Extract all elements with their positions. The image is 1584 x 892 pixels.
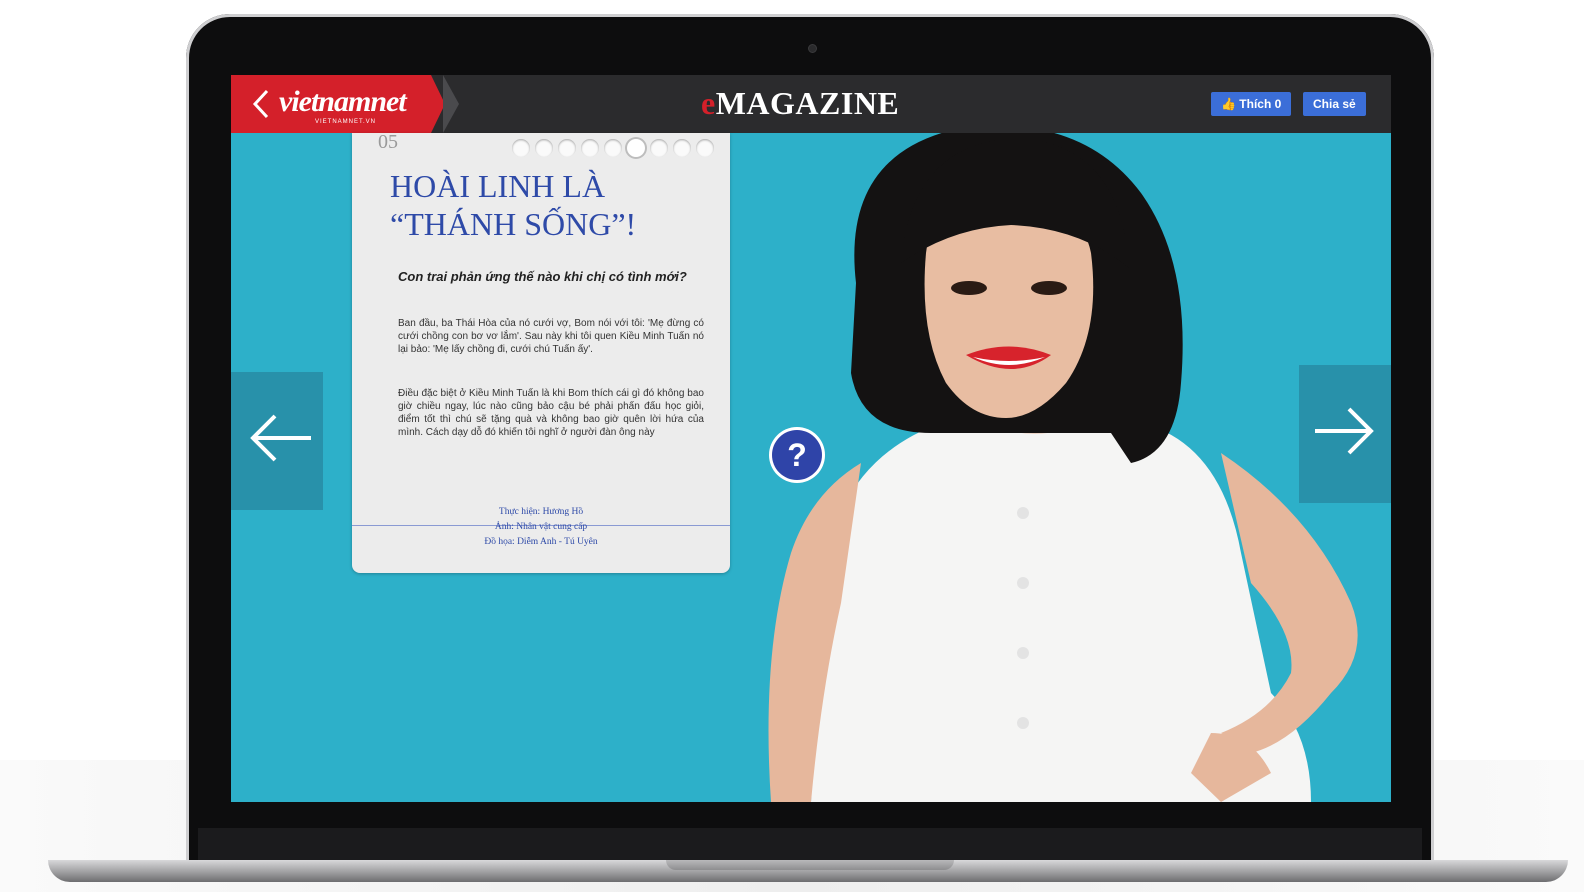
previous-page-button[interactable]: [231, 372, 323, 510]
credit-photo: Ảnh: Nhân vật cung cấp: [494, 522, 588, 532]
laptop-bezel: [198, 828, 1422, 860]
webcam: [808, 44, 817, 53]
headline-line-2: “THÁNH SỐNG”!: [390, 206, 637, 242]
portrait-photo: [768, 133, 1358, 802]
page-dot[interactable]: [604, 139, 622, 157]
page-dot[interactable]: [581, 139, 599, 157]
laptop-notch: [666, 860, 954, 870]
credit-graphics: Đồ họa: Diễm Anh - Tú Uyên: [484, 537, 598, 547]
question-mark-icon[interactable]: ?: [772, 430, 822, 480]
page-number: 05: [378, 131, 398, 153]
top-bar: vietnamnet VIETNAMNET.VN eMAGAZINE 👍 Thí…: [231, 75, 1391, 133]
headline-line-1: HOÀI LINH LÀ: [390, 168, 606, 204]
article-headline: HOÀI LINH LÀ “THÁNH SỐNG”!: [390, 167, 710, 243]
page-dot[interactable]: [673, 139, 691, 157]
vietnamnet-logo[interactable]: vietnamnet: [279, 85, 407, 119]
article-paragraph: Ban đầu, ba Thái Hòa của nó cưới vợ, Bom…: [398, 318, 704, 355]
facebook-like-button[interactable]: 👍 Thích 0: [1211, 92, 1292, 116]
arrow-right-icon: [1315, 407, 1374, 455]
logo-subtext: VIETNAMNET.VN: [315, 119, 377, 125]
title-prefix: e: [701, 85, 716, 121]
next-page-button[interactable]: [1299, 365, 1391, 503]
page-title: eMAGAZINE: [701, 85, 899, 122]
thumbs-up-icon: 👍: [1221, 97, 1236, 111]
logo-area[interactable]: vietnamnet VIETNAMNET.VN: [231, 75, 445, 133]
page-dots: [512, 139, 714, 157]
title-main: MAGAZINE: [715, 85, 900, 121]
page-dot[interactable]: [696, 139, 714, 157]
logo-divider: [443, 75, 459, 133]
interview-question: Con trai phản ứng thế nào khi chị có tìn…: [398, 269, 687, 284]
credit-author: Thực hiện: Hương Hồ: [498, 507, 584, 517]
page-dot[interactable]: [535, 139, 553, 157]
arrow-left-icon: [250, 414, 311, 462]
credits: Thực hiện: Hương Hồ Ảnh: Nhân vật cung c…: [352, 505, 730, 550]
emagazine-screen: vietnamnet VIETNAMNET.VN eMAGAZINE 👍 Thí…: [231, 75, 1391, 802]
chevron-left-icon[interactable]: [247, 85, 277, 123]
article-card: 05 HOÀI LINH LÀ “THÁNH SỐNG”! Con trai p…: [352, 131, 730, 573]
page-dot[interactable]: [558, 139, 576, 157]
page-dot[interactable]: [650, 139, 668, 157]
page-dot[interactable]: [512, 139, 530, 157]
article-paragraph: Điều đặc biệt ở Kiều Minh Tuấn là khi Bo…: [398, 388, 704, 438]
facebook-share-button[interactable]: Chia sẻ: [1303, 92, 1366, 116]
page-dot-active[interactable]: [627, 139, 645, 157]
like-label: Thích 0: [1239, 97, 1282, 111]
